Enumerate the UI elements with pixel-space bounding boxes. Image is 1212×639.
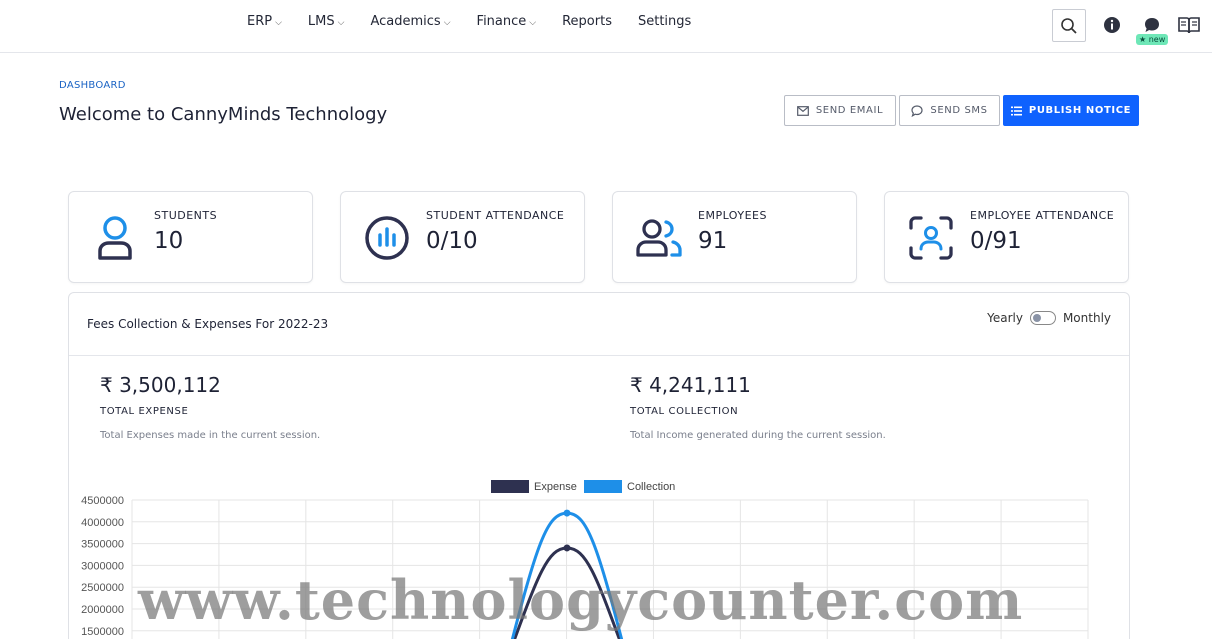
legend-label-collection: Collection <box>627 481 675 493</box>
chart-y-ticks: 4500000 4000000 3500000 3000000 2500000 20000… <box>81 495 124 638</box>
y-tick-label: 4500000 <box>81 495 124 507</box>
fees-line-chart: 4500000 4000000 3500000 3000000 2500000 20000… <box>81 480 1089 639</box>
y-tick-label: 3000000 <box>81 560 124 572</box>
data-point-expense <box>563 544 571 552</box>
y-tick-label: 1500000 <box>81 626 124 638</box>
legend-label-expense: Expense <box>534 481 577 493</box>
y-tick-label: 2000000 <box>81 604 124 616</box>
y-tick-label: 3500000 <box>81 539 124 551</box>
legend-swatch-expense <box>491 480 529 493</box>
y-tick-label: 4000000 <box>81 517 124 529</box>
y-tick-label: 2500000 <box>81 582 124 594</box>
chart-legend: Expense Collection <box>491 480 675 493</box>
data-point-collection <box>563 509 571 517</box>
legend-swatch-collection <box>584 480 622 493</box>
